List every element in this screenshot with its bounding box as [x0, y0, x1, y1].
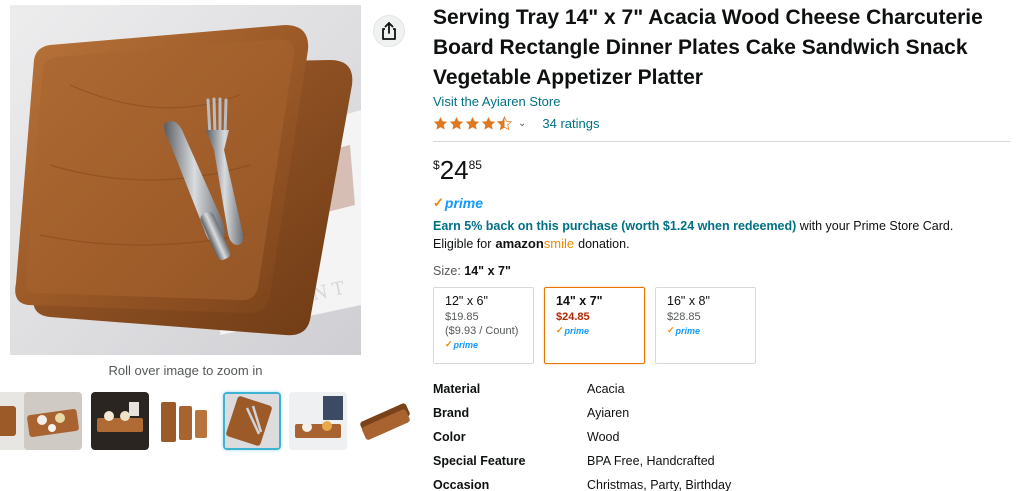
store-card-offer: Earn 5% back on this purchase (worth $1.…: [433, 217, 1013, 235]
spec-value: Christmas, Party, Birthday: [587, 478, 732, 491]
prime-check-icon: ✓: [667, 325, 675, 335]
size-selected: 14" x 7": [464, 264, 511, 278]
thumb-tray-utensils[interactable]: [223, 392, 281, 450]
star-full-icon: [481, 116, 496, 130]
prime-label: prime: [453, 339, 479, 350]
eligible-suffix: donation.: [578, 237, 630, 251]
thumb-hand-dessert[interactable]: [91, 392, 149, 450]
spec-key: Brand: [433, 406, 470, 420]
size-option-price: $28.85: [667, 311, 701, 323]
size-option-name: 14" x 7": [556, 294, 603, 308]
star-half-icon: [497, 115, 512, 130]
size-option-unit-price: ($9.93 / Count): [445, 325, 519, 337]
tray-illustration: PRINT: [15, 25, 361, 336]
star-full-icon: [465, 116, 480, 130]
spec-value: Ayiaren: [587, 406, 630, 420]
size-label: Size: 14" x 7": [433, 264, 1013, 278]
thumb-three-trays[interactable]: [157, 392, 215, 450]
size-option-price: $24.85: [556, 311, 590, 323]
price: $ 24 85: [433, 157, 1013, 185]
product-details: Serving Tray 14" x 7" Acacia Wood Cheese…: [433, 0, 1013, 491]
product-title: Serving Tray 14" x 7" Acacia Wood Cheese…: [433, 6, 983, 89]
ratings-count-link[interactable]: 34 ratings: [542, 116, 599, 131]
size-option-name: 16" x 8": [667, 294, 710, 308]
prime-label: prime: [675, 325, 701, 336]
spec-row-occasion: Occasion Christmas, Party, Birthday: [433, 473, 1013, 491]
price-fraction: 85: [468, 158, 482, 172]
spec-value: Acacia: [587, 382, 625, 396]
size-option-name: 12" x 6": [445, 294, 488, 308]
rating-row: ⌄ 34 ratings: [433, 113, 1013, 133]
prime-check-icon: ✓: [556, 325, 564, 335]
size-label-text: Size:: [433, 264, 461, 278]
spec-key: Occasion: [433, 478, 490, 491]
spec-row-color: Color Wood: [433, 425, 1013, 449]
thumb-hands-tray[interactable]: [289, 392, 347, 450]
amazon-word: amazon: [495, 236, 544, 251]
size-option-16x8[interactable]: 16" x 8" $28.85 ✓ prime: [655, 287, 756, 364]
prime-badge: ✓ prime: [445, 339, 522, 350]
thumbnail-strip: [0, 392, 420, 452]
price-whole: 24: [439, 155, 469, 185]
spec-key: Special Feature: [433, 454, 526, 468]
prime-check-icon: ✓: [433, 195, 444, 210]
price-symbol: $: [433, 158, 440, 172]
prime-label: prime: [564, 325, 590, 336]
star-full-icon: [433, 116, 448, 130]
spec-row-material: Material Acacia: [433, 377, 1013, 401]
size-option-12x6[interactable]: 12" x 6" $19.85 ($9.93 / Count) ✓ prime: [433, 287, 534, 364]
spec-row-brand: Brand Ayiaren: [433, 401, 1013, 425]
prime-check-icon: ✓: [445, 339, 453, 349]
main-product-image[interactable]: PRINT: [10, 5, 361, 355]
smile-eligibility: Eligible for amazonsmile donation.: [433, 235, 1013, 253]
prime-badge: ✓ prime: [667, 325, 744, 336]
eligible-prefix: Eligible for: [433, 237, 492, 251]
star-full-icon: [449, 116, 464, 130]
size-option-14x7[interactable]: 14" x 7" $24.85 ✓ prime: [544, 287, 645, 364]
size-option-price: $19.85: [445, 311, 479, 323]
thumb-stacked-trays[interactable]: [356, 392, 414, 450]
zoom-hint: Roll over image to zoom in: [108, 363, 263, 378]
share-button[interactable]: [373, 15, 405, 47]
size-options: 12" x 6" $19.85 ($9.93 / Count) ✓ prime 1…: [433, 287, 1013, 364]
thumb-food-table[interactable]: [24, 392, 82, 450]
prime-badge: ✓ prime: [556, 325, 633, 336]
prime-badge: ✓ prime: [433, 195, 1013, 211]
star-rating[interactable]: [433, 115, 512, 131]
smile-word: smile: [543, 236, 575, 251]
spec-value: Wood: [587, 430, 620, 444]
prime-label: prime: [444, 195, 484, 211]
store-link[interactable]: Visit the Ayiaren Store: [433, 94, 560, 109]
earn-rest: with your Prime Store Card.: [796, 219, 954, 233]
earn-highlight[interactable]: Earn 5% back on this purchase (worth $1.…: [433, 219, 796, 233]
share-icon: [382, 22, 396, 40]
amazonsmile-logo[interactable]: amazonsmile: [495, 235, 574, 253]
divider: [433, 141, 1011, 142]
chevron-down-icon[interactable]: ⌄: [518, 118, 526, 129]
spec-value: BPA Free, Handcrafted: [587, 454, 715, 468]
spec-key: Material: [433, 382, 481, 396]
spec-row-special-feature: Special Feature BPA Free, Handcrafted: [433, 449, 1013, 473]
spec-key: Color: [433, 430, 466, 444]
product-specs: Material Acacia Brand Ayiaren Color Wood…: [433, 377, 1013, 491]
